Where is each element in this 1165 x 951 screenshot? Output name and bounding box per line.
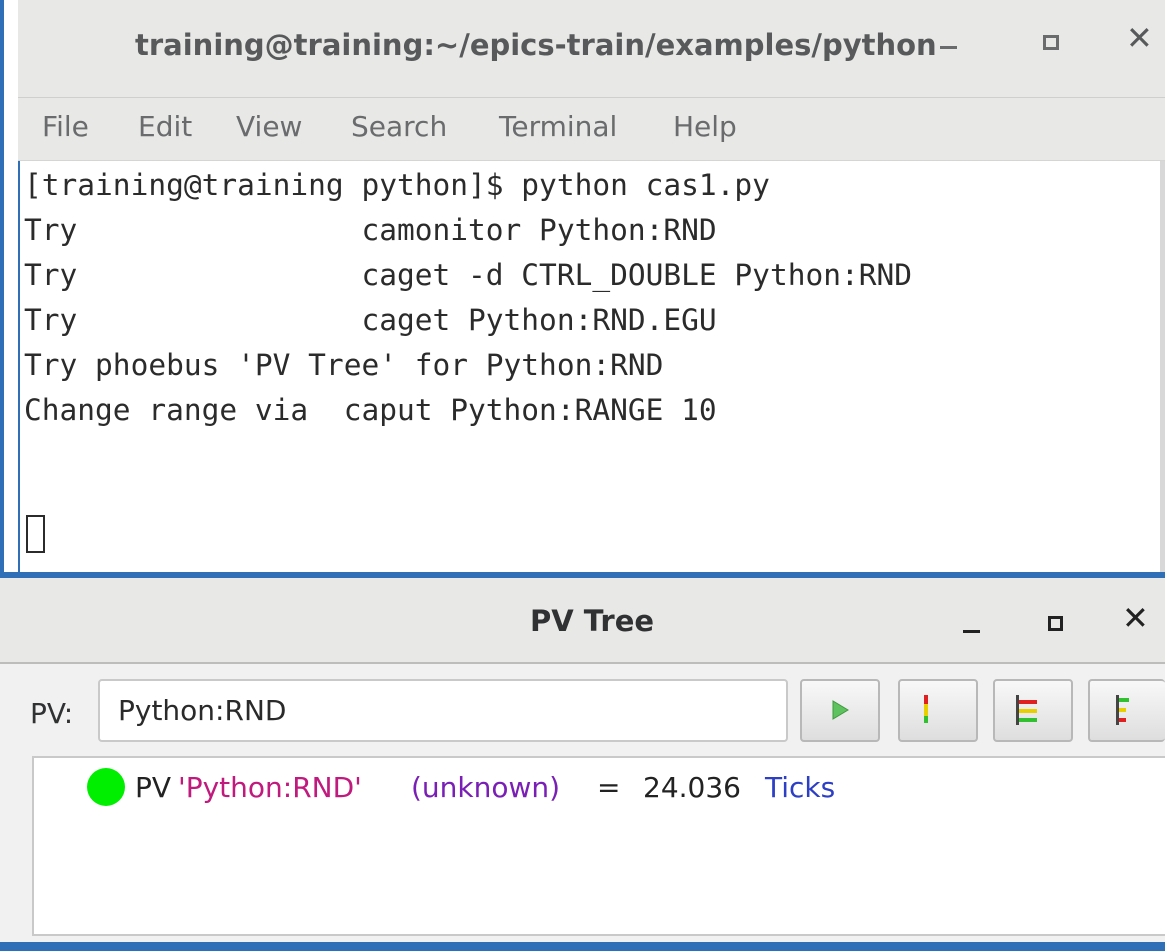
window-edge	[0, 942, 1165, 951]
terminal-line: [training@training python]$ python cas1.…	[24, 168, 770, 202]
menu-view[interactable]: View	[236, 110, 302, 143]
terminal-titlebar[interactable]: training@training:~/epics-train/examples…	[18, 0, 1165, 98]
window-edge	[0, 0, 4, 572]
tree-item-value: 24.036	[643, 771, 741, 804]
maximize-icon[interactable]	[1043, 35, 1059, 50]
menu-search[interactable]: Search	[351, 110, 447, 143]
terminal-title: training@training:~/epics-train/examples…	[135, 28, 937, 62]
menu-terminal[interactable]: Terminal	[499, 110, 617, 143]
terminal-line: Try phoebus 'PV Tree' for Python:RND	[24, 348, 664, 382]
expand-tree-button[interactable]	[1088, 679, 1165, 742]
tree-collapse-icon	[1016, 695, 1037, 725]
tree-item-pv-name: 'Python:RND'	[178, 771, 362, 804]
pv-label: PV:	[30, 697, 74, 730]
maximize-icon[interactable]	[1048, 616, 1063, 631]
play-icon	[832, 700, 849, 720]
menu-edit[interactable]: Edit	[138, 110, 192, 143]
minimize-icon[interactable]	[940, 46, 957, 49]
terminal-line: Try caget Python:RND.EGU	[24, 303, 717, 337]
close-icon[interactable]: ✕	[1122, 602, 1149, 634]
terminal-line: Change range via caput Python:RANGE 10	[24, 393, 717, 427]
terminal-scrollbar[interactable]	[1160, 161, 1165, 572]
pv-tree-titlebar[interactable]: PV Tree ✕	[0, 578, 1165, 664]
terminal-line: Try camonitor Python:RND	[24, 213, 717, 247]
tree-item-equals: =	[597, 771, 621, 804]
alarm-icon	[924, 695, 928, 723]
menu-help[interactable]: Help	[673, 110, 737, 143]
tree-item-units: Ticks	[765, 771, 836, 804]
tree-item-type: (unknown)	[411, 771, 561, 804]
terminal-cursor	[26, 515, 45, 553]
tree-expand-icon	[1116, 695, 1129, 725]
pv-name-input[interactable]	[98, 679, 788, 742]
status-ok-icon	[87, 768, 125, 806]
alarm-tree-button[interactable]	[898, 679, 978, 742]
menu-file[interactable]: File	[42, 110, 89, 143]
collapse-tree-button[interactable]	[993, 679, 1073, 742]
pv-tree-title: PV Tree	[530, 604, 655, 638]
minimize-icon[interactable]	[963, 630, 980, 633]
terminal-window: training@training:~/epics-train/examples…	[0, 0, 1165, 572]
play-button[interactable]	[800, 679, 880, 742]
close-icon[interactable]: ✕	[1126, 22, 1153, 54]
tree-item-prefix: PV	[135, 771, 180, 804]
terminal-output[interactable]: [training@training python]$ python cas1.…	[18, 161, 1160, 572]
terminal-line: Try caget -d CTRL_DOUBLE Python:RND	[24, 258, 913, 292]
terminal-menubar: File Edit View Search Terminal Help	[18, 98, 1165, 161]
